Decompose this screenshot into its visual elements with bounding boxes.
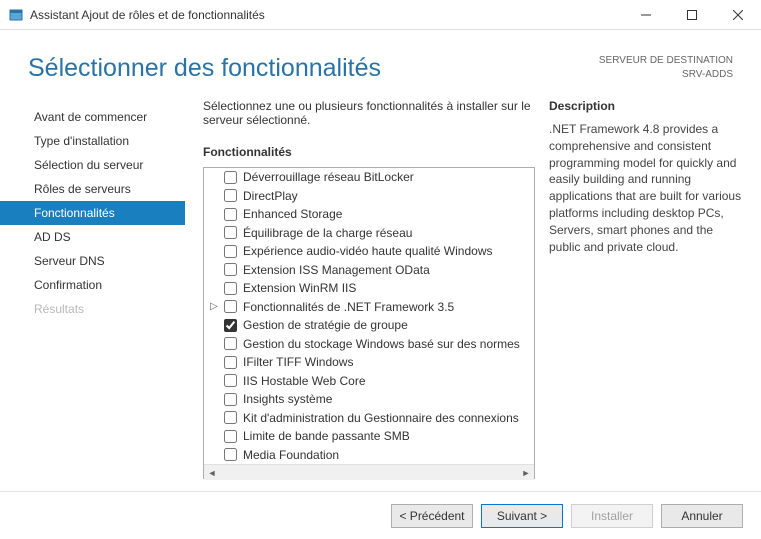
feature-item[interactable]: Équilibrage de la charge réseau [204,224,534,243]
feature-checkbox[interactable] [224,245,237,258]
feature-checkbox[interactable] [224,374,237,387]
previous-button[interactable]: < Précédent [391,504,473,528]
wizard-step[interactable]: Fonctionnalités [0,201,185,225]
feature-checkbox[interactable] [224,448,237,461]
feature-item[interactable]: ▷ Fonctionnalités de .NET Framework 3.5 [204,298,534,317]
feature-item[interactable]: DirectPlay [204,187,534,206]
feature-label: Insights système [243,392,332,406]
horizontal-scrollbar[interactable]: ◄ ► [204,464,534,480]
destination-label: SERVEUR DE DESTINATION [599,54,733,68]
feature-checkbox[interactable] [224,337,237,350]
wizard-step: Résultats [0,297,185,321]
cancel-button[interactable]: Annuler [661,504,743,528]
titlebar: Assistant Ajout de rôles et de fonctionn… [0,0,761,30]
scroll-left-icon[interactable]: ◄ [204,465,220,481]
features-label: Fonctionnalités [203,145,535,159]
feature-checkbox[interactable] [224,282,237,295]
window-title: Assistant Ajout de rôles et de fonctionn… [30,8,623,22]
feature-label: IIS Hostable Web Core [243,374,366,388]
wizard-step[interactable]: Sélection du serveur [0,153,185,177]
feature-label: Expérience audio-vidéo haute qualité Win… [243,244,493,258]
feature-label: Extension ISS Management OData [243,263,430,277]
feature-item[interactable]: Enhanced Storage [204,205,534,224]
destination-value: SRV-ADDS [599,68,733,82]
features-listbox: Déverrouillage réseau BitLocker DirectPla… [203,167,535,479]
feature-item[interactable]: Limite de bande passante SMB [204,427,534,446]
feature-checkbox[interactable] [224,393,237,406]
feature-item[interactable]: Extension ISS Management OData [204,261,534,280]
expand-icon[interactable]: ▷ [208,301,220,312]
feature-item[interactable]: Insights système [204,390,534,409]
scroll-right-icon[interactable]: ► [518,465,534,481]
feature-label: DirectPlay [243,189,298,203]
feature-item[interactable]: Gestion de stratégie de groupe [204,316,534,335]
features-scroll[interactable]: Déverrouillage réseau BitLocker DirectPla… [204,168,534,464]
feature-checkbox[interactable] [224,300,237,313]
feature-item[interactable]: Gestion du stockage Windows basé sur des… [204,335,534,354]
feature-checkbox[interactable] [224,430,237,443]
feature-label: Déverrouillage réseau BitLocker [243,170,414,184]
feature-label: IFilter TIFF Windows [243,355,353,369]
feature-item[interactable]: Expérience audio-vidéo haute qualité Win… [204,242,534,261]
feature-label: Media Foundation [243,448,339,462]
wizard-step[interactable]: Confirmation [0,273,185,297]
wizard-steps-sidebar: Avant de commencerType d'installationSél… [0,99,185,479]
wizard-header: Sélectionner des fonctionnalités SERVEUR… [0,30,761,99]
wizard-step[interactable]: AD DS [0,225,185,249]
feature-checkbox[interactable] [224,208,237,221]
wizard-footer: < Précédent Suivant > Installer Annuler [0,491,761,539]
feature-checkbox[interactable] [224,263,237,276]
feature-checkbox[interactable] [224,411,237,424]
feature-item[interactable]: Extension WinRM IIS [204,279,534,298]
install-button[interactable]: Installer [571,504,653,528]
feature-item[interactable]: Media Foundation [204,446,534,465]
feature-checkbox[interactable] [224,226,237,239]
feature-label: Gestion du stockage Windows basé sur des… [243,337,520,351]
feature-checkbox[interactable] [224,319,237,332]
feature-item[interactable]: Déverrouillage réseau BitLocker [204,168,534,187]
feature-label: Équilibrage de la charge réseau [243,226,412,240]
feature-label: Extension WinRM IIS [243,281,356,295]
feature-label: Gestion de stratégie de groupe [243,318,408,332]
destination-info: SERVEUR DE DESTINATION SRV-ADDS [599,54,733,82]
feature-checkbox[interactable] [224,356,237,369]
wizard-step[interactable]: Avant de commencer [0,105,185,129]
feature-checkbox[interactable] [224,171,237,184]
wizard-step[interactable]: Type d'installation [0,129,185,153]
minimize-button[interactable] [623,0,669,30]
close-button[interactable] [715,0,761,30]
maximize-button[interactable] [669,0,715,30]
window-controls [623,0,761,30]
feature-label: Enhanced Storage [243,207,342,221]
instruction-text: Sélectionnez une ou plusieurs fonctionna… [203,99,535,127]
feature-item[interactable]: IIS Hostable Web Core [204,372,534,391]
feature-label: Fonctionnalités de .NET Framework 3.5 [243,300,454,314]
feature-item[interactable]: IFilter TIFF Windows [204,353,534,372]
feature-label: Limite de bande passante SMB [243,429,410,443]
feature-checkbox[interactable] [224,189,237,202]
feature-item[interactable]: Kit d'administration du Gestionnaire des… [204,409,534,428]
page-title: Sélectionner des fonctionnalités [28,54,381,83]
wizard-step[interactable]: Rôles de serveurs [0,177,185,201]
app-icon [8,7,24,23]
next-button[interactable]: Suivant > [481,504,563,528]
wizard-step[interactable]: Serveur DNS [0,249,185,273]
description-text: .NET Framework 4.8 provides a comprehens… [549,121,747,255]
feature-label: Kit d'administration du Gestionnaire des… [243,411,519,425]
description-label: Description [549,99,747,113]
